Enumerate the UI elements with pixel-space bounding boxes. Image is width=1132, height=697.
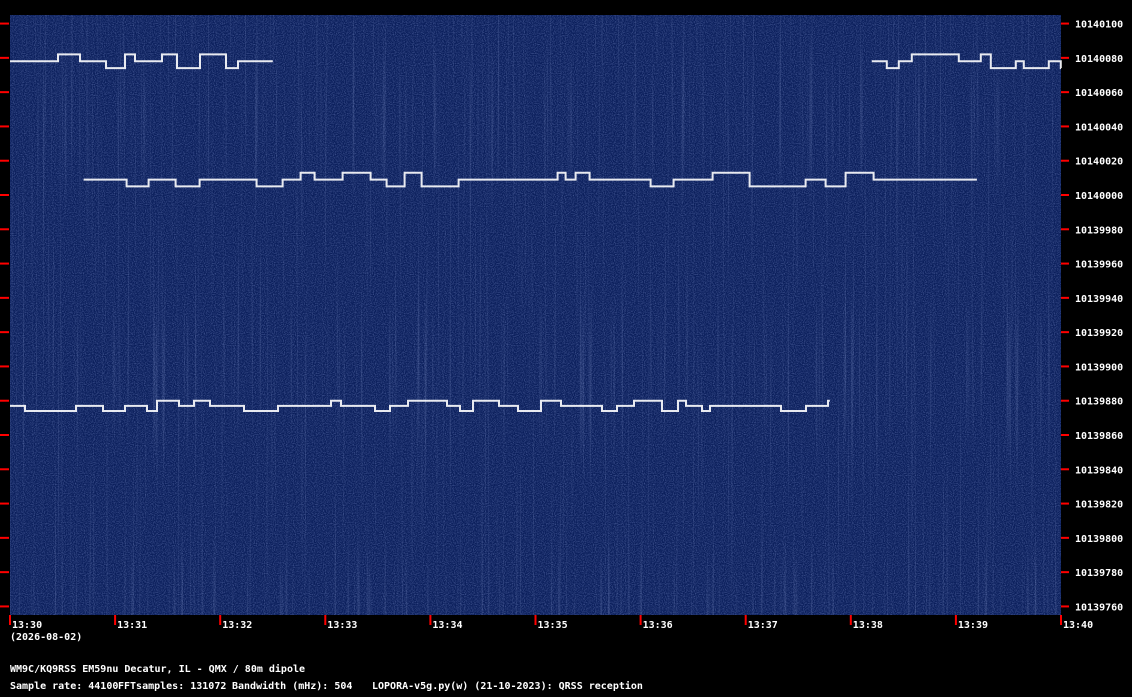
x-tick-label: 13:39: [958, 620, 988, 631]
x-tick-label: 13:30: [12, 620, 42, 631]
y-tick-label: 10139900: [1075, 362, 1123, 373]
sample-rate: Sample rate: 44100: [10, 681, 119, 692]
y-tick-label: 10139800: [1075, 534, 1123, 545]
y-tick-label: 10140060: [1075, 88, 1123, 99]
y-tick-label: 10139880: [1075, 397, 1123, 408]
y-tick-label: 10139780: [1075, 568, 1123, 579]
y-tick-label: 10139960: [1075, 260, 1123, 271]
y-tick-label: 10140020: [1075, 157, 1123, 168]
date-label: (2026-08-02): [10, 632, 83, 643]
y-tick-label: 10139820: [1075, 500, 1123, 511]
software-info: LOPORA-v5g.py(w) (21-10-2023): QRSS rece…: [372, 681, 643, 692]
fft-samples: FFTsamples: 131072: [118, 681, 227, 692]
x-tick-label: 13:31: [117, 620, 147, 631]
spectrogram-chart: 13:30 13:31 13:32 13:33 13:34 13:35 13:36 13:37…: [0, 15, 1123, 631]
y-tick-label: 10139940: [1075, 294, 1123, 305]
y-tick-label: 10140100: [1075, 20, 1123, 31]
y-tick-label: 10139840: [1075, 465, 1123, 476]
y-tick-label: 10140000: [1075, 191, 1123, 202]
x-tick-label: 13:38: [853, 620, 883, 631]
y-tick-label: 10140040: [1075, 122, 1123, 133]
y-tick-label: 10140080: [1075, 54, 1123, 65]
x-tick-label: 13:36: [643, 620, 673, 631]
x-tick-label: 13:37: [748, 620, 778, 631]
x-tick-label: 13:34: [432, 620, 462, 631]
y-tick-label: 10139920: [1075, 328, 1123, 339]
bandwidth: Bandwidth (mHz): 504: [232, 681, 353, 692]
x-tick-label: 13:35: [538, 620, 568, 631]
station-info: WM9C/KQ9RSS EM59nu Decatur, IL - QMX / 8…: [10, 664, 306, 675]
x-tick-label: 13:32: [222, 620, 252, 631]
y-tick-label: 10139860: [1075, 431, 1123, 442]
x-tick-label: 13:40: [1063, 620, 1093, 631]
y-tick-label: 10139980: [1075, 225, 1123, 236]
x-tick-label: 13:33: [327, 620, 357, 631]
y-tick-label: 10139760: [1075, 602, 1123, 613]
plot-streaks: [10, 15, 1061, 615]
